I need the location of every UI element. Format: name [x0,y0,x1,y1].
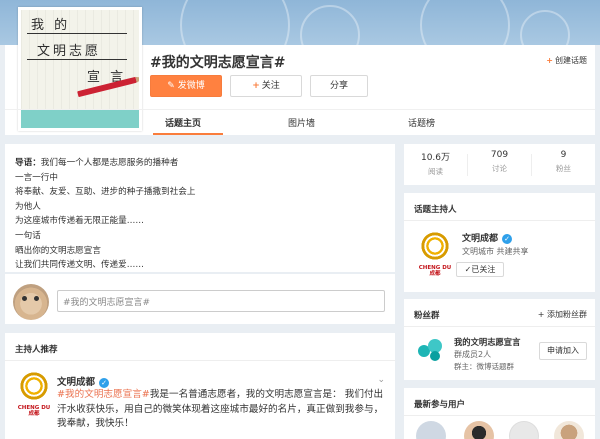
stat-discussions: 709 讨论 [490,150,509,173]
compose-box: #我的文明志愿宣言# [5,274,395,324]
host-description: 文明城市 共建共享 [462,247,529,256]
share-button[interactable]: 分享 [310,75,368,97]
fans-group-card: 粉丝群 + 添加粉丝群 我的文明志愿宣言 群成员2人 群主：微博话题群 申请加入 [404,299,595,380]
join-group-button[interactable]: 申请加入 [539,342,587,360]
cover-text-line1: 我 的 [31,18,71,33]
group-members: 群成员2人 [454,350,492,359]
intro-line: 让我们共同传递文明、传递爱…… [15,260,144,271]
cover-text-line2: 文明志愿 [37,44,102,59]
group-name[interactable]: 我的文明志愿宣言 [454,336,520,348]
plus-icon: + [546,56,553,65]
post-body: #我的文明志愿宣言#我是一名普通志愿者，我的文明志愿宣言是： 我们付出汗水收获快… [57,389,384,429]
recent-section-title: 最新参与用户 [414,400,466,410]
chengdu-logo-icon[interactable] [17,369,51,403]
recent-users-card: 最新参与用户 [404,388,595,439]
create-topic-link[interactable]: + 创建话题 [546,55,587,66]
active-tab-indicator [153,133,223,135]
pencil-icon: ✎ [167,81,178,91]
intro-line: 晒出你的文明志愿宣言 [15,245,101,256]
verified-icon: ✓ [99,377,110,388]
topic-header: 我 的 文明志愿 宣 言 #我的文明志愿宣言# + 创建话题 ✎ 发微博 + 关注 … [5,7,595,135]
follow-button[interactable]: + 关注 [230,75,302,97]
compose-input[interactable]: #我的文明志愿宣言# [57,290,385,312]
host-name[interactable]: 文明成都 ✓ [462,231,513,244]
tab-photo-wall[interactable]: 图片墙 [288,116,315,129]
host-recommend-card: 主持人推荐 CHENG DU 成都 文明成都 ✓ ⌄ #我的文明志愿宣言#我是一名… [5,333,395,439]
verified-icon: ✓ [502,233,513,244]
intro-line: 为这座城市传递着无限正能量…… [15,216,144,227]
logo-caption: CHENG DU 成都 [17,405,51,417]
stat-reads: 10.6万 阅读 [420,153,451,176]
intro-line: 为他人 [15,201,41,212]
topic-stats: 10.6万 阅读 709 讨论 9 粉丝 [404,144,595,185]
post-hashtag[interactable]: #我的文明志愿宣言# [57,389,150,400]
plus-icon: + [537,310,547,319]
topic-intro: 导语：我们每一个人都是志愿服务的播种者 一言一行中 将奉献、友爱、互助、进步的种… [5,144,395,272]
participant-avatar[interactable] [416,421,446,439]
intro-line: 将奉献、友爱、互助、进步的种子播撒到社会上 [15,187,196,198]
chengdu-logo-icon[interactable] [418,229,452,263]
tab-topic-rank[interactable]: 话题榜 [408,116,435,129]
fans-section-title: 粉丝群 [414,311,440,321]
topic-tabs: 话题主页 图片墙 话题榜 [5,109,595,135]
topic-title: #我的文明志愿宣言# [150,55,286,71]
banner-ring [300,5,360,45]
group-avatar-icon[interactable] [416,335,446,365]
banner-ring [420,0,510,45]
banner-ring [520,10,570,45]
host-recommend-title: 主持人推荐 [15,345,58,355]
user-avatar[interactable] [13,284,49,320]
plus-icon: + [252,81,260,91]
intro-line: 一句话 [15,230,41,241]
participant-avatar[interactable] [509,421,539,439]
logo-caption: CHENG DU 成都 [418,265,452,277]
group-owner: 群主：微博话题群 [454,362,514,371]
followed-button[interactable]: ✓已关注 [456,262,504,277]
host-section-title: 话题主持人 [414,205,457,215]
stat-fans: 9 粉丝 [556,150,571,173]
chevron-down-icon[interactable]: ⌄ [377,375,385,385]
intro-lead: 导语：我们每一个人都是志愿服务的播种者 [15,158,179,168]
add-fans-group-link[interactable]: + 添加粉丝群 [538,309,587,320]
participant-avatar[interactable] [464,421,494,439]
banner-ring [180,0,290,45]
participant-avatar[interactable] [554,421,584,439]
intro-line: 一言一行中 [15,172,58,183]
topic-host-card: 话题主持人 CHENG DU 成都 文明成都 ✓ 文明城市 共建共享 ✓已关注 [404,193,595,292]
tab-topic-home[interactable]: 话题主页 [165,116,201,129]
post-author[interactable]: 文明成都 ✓ [57,374,110,388]
post-weibo-button[interactable]: ✎ 发微博 [150,75,222,97]
